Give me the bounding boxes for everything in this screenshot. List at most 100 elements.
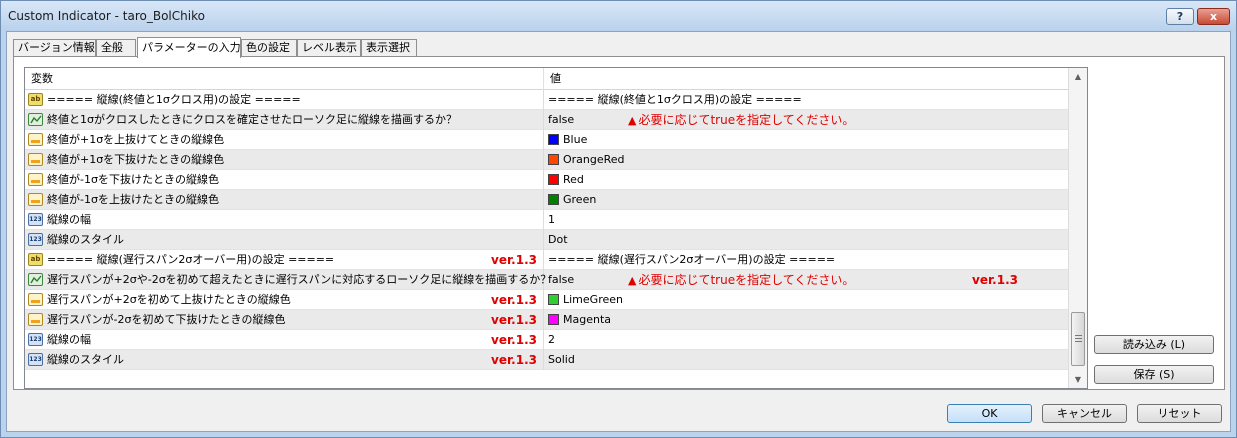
- version-label: ver.1.3: [491, 333, 537, 347]
- parameter-value-cell[interactable]: ===== 縦線(遅行スパン2σオーバー用)の設定 =====: [544, 250, 1068, 270]
- parameter-rows: ab ===== 縦線(終値と1σクロス用)の設定 ===== ===== 縦線…: [25, 90, 1068, 370]
- parameter-name: 終値が+1σを上抜けてときの縦線色: [47, 133, 225, 146]
- parameter-value-cell[interactable]: 1: [544, 210, 1068, 230]
- help-button[interactable]: ?: [1166, 8, 1194, 25]
- parameter-value: ===== 縦線(終値と1σクロス用)の設定 =====: [548, 93, 802, 106]
- version-label: ver.1.3: [491, 353, 537, 367]
- warning-triangle-icon: ▲: [628, 114, 637, 127]
- color-swatch: [548, 154, 559, 165]
- table-row[interactable]: 123 縦線のスタイル Dot: [25, 230, 1068, 250]
- parameter-name: ===== 縦線(遅行スパン2σオーバー用)の設定 =====: [47, 253, 335, 266]
- annotation-text: 必要に応じてtrueを指定してください。: [638, 273, 855, 287]
- parameter-name-cell: 終値が+1σを下抜けたときの縦線色: [25, 150, 544, 170]
- reset-button[interactable]: リセット: [1137, 404, 1222, 423]
- table-row[interactable]: 遅行スパンが+2σや-2σを初めて超えたときに遅行スパンに対応するローソク足に縦…: [25, 270, 1068, 290]
- parameter-name-cell: 123 縦線のスタイル: [25, 230, 544, 250]
- parameter-value: 1: [548, 213, 555, 226]
- column-header-value[interactable]: 値: [544, 68, 1068, 90]
- parameter-value: OrangeRed: [563, 153, 625, 166]
- cancel-button[interactable]: キャンセル: [1042, 404, 1127, 423]
- scroll-up-arrow-icon[interactable]: ▲: [1069, 68, 1087, 85]
- parameter-value: false: [548, 273, 575, 286]
- parameter-value-cell[interactable]: LimeGreen: [544, 290, 1068, 310]
- parameter-name: 縦線のスタイル: [47, 353, 124, 366]
- parameter-name-cell: 123 縦線の幅 ver.1.3: [25, 330, 544, 350]
- color-swatch: [548, 174, 559, 185]
- dialog-window: Custom Indicator - taro_BolChiko ? x バージ…: [0, 0, 1237, 438]
- parameter-value-cell[interactable]: Magenta: [544, 310, 1068, 330]
- title-bar[interactable]: Custom Indicator - taro_BolChiko ? x: [1, 1, 1236, 31]
- table-row[interactable]: ab ===== 縦線(遅行スパン2σオーバー用)の設定 ===== ver.1…: [25, 250, 1068, 270]
- parameter-name: 縦線の幅: [47, 213, 91, 226]
- color-type-icon: [28, 173, 43, 186]
- table-row[interactable]: 123 縦線の幅 ver.1.3 2: [25, 330, 1068, 350]
- string-type-icon: ab: [28, 253, 43, 266]
- parameter-value: LimeGreen: [563, 293, 623, 306]
- close-button[interactable]: x: [1197, 8, 1230, 25]
- parameter-name: 終値が+1σを下抜けたときの縦線色: [47, 153, 225, 166]
- window-title: Custom Indicator - taro_BolChiko: [8, 9, 205, 23]
- color-swatch: [548, 194, 559, 205]
- parameter-value: Dot: [548, 233, 568, 246]
- scroll-down-arrow-icon[interactable]: ▼: [1069, 371, 1087, 388]
- grid-header: 変数 値: [25, 68, 1068, 90]
- parameter-name-cell: 遅行スパンが-2σを初めて下抜けたときの縦線色 ver.1.3: [25, 310, 544, 330]
- table-row[interactable]: 123 縦線のスタイル ver.1.3 Solid: [25, 350, 1068, 370]
- column-header-variable[interactable]: 変数: [25, 68, 544, 90]
- dialog-client: バージョン情報 全般 パラメーターの入力 色の設定 レベル表示 表示選択 変数 …: [6, 31, 1231, 432]
- parameters-grid: 変数 値 ab ===== 縦線(終値と1σクロス用)の設定 ===== ===…: [24, 67, 1088, 389]
- annotation-note: ▲ 必要に応じてtrueを指定してください。: [628, 110, 854, 131]
- warning-triangle-icon: ▲: [628, 274, 637, 287]
- parameter-value-cell[interactable]: false ▲ 必要に応じてtrueを指定してください。 ver.1.3: [544, 270, 1068, 290]
- table-row[interactable]: ab ===== 縦線(終値と1σクロス用)の設定 ===== ===== 縦線…: [25, 90, 1068, 110]
- version-label: ver.1.3: [491, 293, 537, 307]
- table-row[interactable]: 123 縦線の幅 1: [25, 210, 1068, 230]
- parameter-value-cell[interactable]: Blue: [544, 130, 1068, 150]
- scrollbar-thumb[interactable]: [1071, 312, 1085, 366]
- tab-visualization[interactable]: 表示選択: [361, 39, 417, 57]
- parameters-panel: 変数 値 ab ===== 縦線(終値と1σクロス用)の設定 ===== ===…: [13, 56, 1225, 390]
- number-type-icon: 123: [28, 353, 43, 366]
- parameter-value-cell[interactable]: false ▲ 必要に応じてtrueを指定してください。: [544, 110, 1068, 130]
- parameter-value: Red: [563, 173, 584, 186]
- tab-version-info[interactable]: バージョン情報: [13, 39, 96, 57]
- number-type-icon: 123: [28, 233, 43, 246]
- parameter-value-cell[interactable]: Solid: [544, 350, 1068, 370]
- table-row[interactable]: 終値が-1σを上抜けたときの縦線色 Green: [25, 190, 1068, 210]
- table-row[interactable]: 遅行スパンが-2σを初めて下抜けたときの縦線色 ver.1.3 Magenta: [25, 310, 1068, 330]
- table-row[interactable]: 遅行スパンが+2σを初めて上抜けたときの縦線色 ver.1.3 LimeGree…: [25, 290, 1068, 310]
- tab-colors[interactable]: 色の設定: [241, 39, 297, 57]
- annotation-note: ▲ 必要に応じてtrueを指定してください。: [628, 270, 854, 291]
- parameter-name-cell: ab ===== 縦線(遅行スパン2σオーバー用)の設定 ===== ver.1…: [25, 250, 544, 270]
- parameter-name-cell: 終値が+1σを上抜けてときの縦線色: [25, 130, 544, 150]
- number-type-icon: 123: [28, 333, 43, 346]
- parameter-value-cell[interactable]: 2: [544, 330, 1068, 350]
- parameter-value-cell[interactable]: Green: [544, 190, 1068, 210]
- parameter-value-cell[interactable]: Dot: [544, 230, 1068, 250]
- parameter-value-cell[interactable]: OrangeRed: [544, 150, 1068, 170]
- parameter-name: 遅行スパンが-2σを初めて下抜けたときの縦線色: [47, 313, 286, 326]
- parameter-value: Magenta: [563, 313, 612, 326]
- tab-parameters[interactable]: パラメーターの入力: [137, 37, 241, 58]
- thumb-grip-line: [1075, 338, 1082, 339]
- parameter-value: Blue: [563, 133, 588, 146]
- parameter-name: 遅行スパンが+2σや-2σを初めて超えたときに遅行スパンに対応するローソク足に縦…: [47, 273, 552, 286]
- table-row[interactable]: 終値と1σがクロスしたときにクロスを確定させたローソク足に縦線を描画するか？ f…: [25, 110, 1068, 130]
- tab-general[interactable]: 全般: [96, 39, 136, 57]
- parameter-name: 終値が-1σを下抜けたときの縦線色: [47, 173, 219, 186]
- color-swatch: [548, 134, 559, 145]
- table-row[interactable]: 終値が+1σを上抜けてときの縦線色 Blue: [25, 130, 1068, 150]
- load-button[interactable]: 読み込み (L): [1094, 335, 1214, 354]
- parameter-name: 終値が-1σを上抜けたときの縦線色: [47, 193, 219, 206]
- table-row[interactable]: 終値が-1σを下抜けたときの縦線色 Red: [25, 170, 1068, 190]
- parameter-value-cell[interactable]: Red: [544, 170, 1068, 190]
- parameter-name: 終値と1σがクロスしたときにクロスを確定させたローソク足に縦線を描画するか？: [47, 113, 457, 126]
- table-row[interactable]: 終値が+1σを下抜けたときの縦線色 OrangeRed: [25, 150, 1068, 170]
- annotation-text: 必要に応じてtrueを指定してください。: [638, 113, 855, 127]
- thumb-grip-line: [1075, 335, 1082, 336]
- vertical-scrollbar[interactable]: ▲ ▼: [1068, 68, 1087, 388]
- ok-button[interactable]: OK: [947, 404, 1032, 423]
- parameter-value-cell[interactable]: ===== 縦線(終値と1σクロス用)の設定 =====: [544, 90, 1068, 110]
- tab-levels[interactable]: レベル表示: [297, 39, 361, 57]
- save-button[interactable]: 保存 (S): [1094, 365, 1214, 384]
